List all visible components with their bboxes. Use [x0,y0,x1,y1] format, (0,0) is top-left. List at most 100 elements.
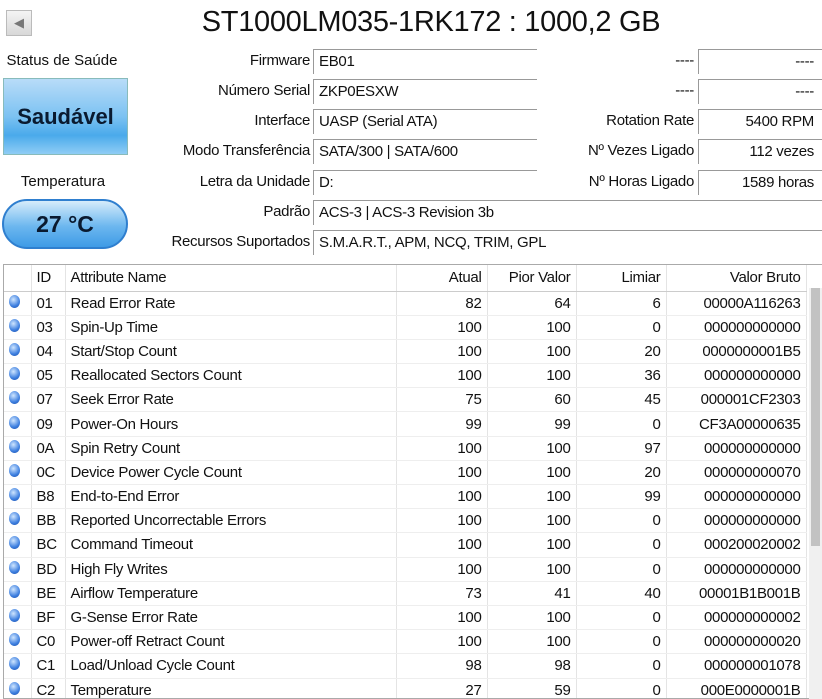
transfer-field: SATA/300 | SATA/600 [313,139,537,164]
attr-raw: 000200020002 [666,532,807,558]
attr-raw: 000000000000 [666,436,807,461]
attr-threshold: 40 [576,581,667,606]
attr-threshold: 99 [576,484,667,510]
attr-threshold: 0 [576,315,667,340]
interface-label: Interface [254,112,310,129]
attr-raw: 000E0000001B [666,678,807,698]
attr-raw: 000001CF2303 [666,387,807,413]
transfer-label: Modo Transferência [182,142,310,159]
table-row[interactable]: C1 Load/Unload Cycle Count 98 98 0 00000… [4,653,807,679]
attr-current: 100 [396,605,488,631]
attr-threshold: 20 [576,460,667,486]
attr-worst: 100 [487,363,577,389]
status-dot-icon [9,681,20,695]
attr-threshold: 45 [576,387,667,413]
attr-worst: 59 [487,678,577,698]
attr-threshold: 0 [576,653,667,679]
status-dot-icon [9,584,20,598]
powerhours-field: 1589 horas [698,170,822,195]
attr-current: 73 [396,581,488,606]
attr-worst: 100 [487,605,577,631]
table-row[interactable]: BB Reported Uncorrectable Errors 100 100… [4,508,807,534]
features-field: S.M.A.R.T., APM, NCQ, TRIM, GPL [313,230,822,255]
col-id[interactable]: ID [31,265,66,292]
attr-threshold: 97 [576,436,667,461]
powerhours-label: Nº Horas Ligado [588,173,695,190]
attr-id: B8 [31,484,66,510]
attr-worst: 100 [487,339,577,365]
attr-id: 05 [31,363,66,389]
attr-raw: 000000000070 [666,460,807,486]
attr-current: 100 [396,460,488,486]
attr-worst: 64 [487,291,577,316]
table-row[interactable]: 05 Reallocated Sectors Count 100 100 36 … [4,363,807,389]
attr-raw: 00000A116263 [666,291,807,316]
attr-id: 07 [31,387,66,413]
table-row[interactable]: 04 Start/Stop Count 100 100 20 000000000… [4,339,807,365]
table-row[interactable]: 01 Read Error Rate 82 64 6 00000A116263 [4,291,807,316]
attr-threshold: 6 [576,291,667,316]
table-row[interactable]: 0C Device Power Cycle Count 100 100 20 0… [4,460,807,486]
table-row[interactable]: BE Airflow Temperature 73 41 40 00001B1B… [4,581,807,606]
attr-worst: 100 [487,557,577,582]
attr-current: 100 [396,315,488,340]
attr-threshold: 20 [576,339,667,365]
attr-id: 03 [31,315,66,340]
attr-worst: 100 [487,436,577,461]
attr-current: 99 [396,411,488,437]
attr-name: Command Timeout [65,532,397,558]
attr-name: Seek Error Rate [65,387,397,413]
attr-name: Reported Uncorrectable Errors [65,508,397,534]
drive-label: Letra da Unidade [199,173,311,190]
table-row[interactable]: 07 Seek Error Rate 75 60 45 000001CF2303 [4,387,807,413]
powercount-label: Nº Vezes Ligado [587,142,694,159]
rotation-field: 5400 RPM [698,109,822,134]
col-threshold[interactable]: Limiar [576,265,667,292]
attr-worst: 100 [487,315,577,340]
attr-threshold: 0 [576,532,667,558]
attr-raw: 000000000020 [666,629,807,655]
table-row[interactable]: C2 Temperature 27 59 0 000E0000001B [4,678,807,698]
col-status[interactable] [4,265,32,292]
attr-raw: 000000000000 [666,315,807,340]
table-row[interactable]: 0A Spin Retry Count 100 100 97 000000000… [4,436,807,461]
col-worst[interactable]: Pior Valor [487,265,577,292]
table-row[interactable]: BF G-Sense Error Rate 100 100 0 00000000… [4,605,807,631]
attr-worst: 99 [487,411,577,437]
col-attribute-name[interactable]: Attribute Name [65,265,397,292]
attr-name: Power-off Retract Count [65,629,397,655]
table-row[interactable]: BD High Fly Writes 100 100 0 00000000000… [4,557,807,582]
status-dot-icon [9,318,20,332]
rotation-label: Rotation Rate [606,112,694,129]
attr-current: 98 [396,653,488,679]
table-header: ID Attribute Name Atual Pior Valor Limia… [4,265,807,292]
status-dot-icon [9,657,20,671]
table-row[interactable]: BC Command Timeout 100 100 0 00020002000… [4,532,807,558]
table-row[interactable]: 09 Power-On Hours 99 99 0 CF3A00000635 [4,411,807,437]
table-row[interactable]: 03 Spin-Up Time 100 100 0 000000000000 [4,315,807,340]
attr-current: 100 [396,339,488,365]
attr-raw: 00001B1B001B [666,581,807,606]
scrollbar-thumb[interactable] [811,288,820,546]
table-row[interactable]: C0 Power-off Retract Count 100 100 0 000… [4,629,807,655]
table-row[interactable]: B8 End-to-End Error 100 100 99 000000000… [4,484,807,510]
attr-id: BC [31,532,66,558]
col-current[interactable]: Atual [396,265,488,292]
status-dot-icon [9,342,20,356]
attr-raw: 000000000000 [666,557,807,582]
attr-current: 100 [396,508,488,534]
attr-threshold: 0 [576,557,667,582]
attr-current: 100 [396,484,488,510]
attr-id: C1 [31,653,66,679]
attr-name: Temperature [65,678,397,698]
col-raw-value[interactable]: Valor Bruto [666,265,807,292]
status-dot-icon [9,391,20,405]
temperature-badge: 27 °C [2,199,128,249]
attr-id: C0 [31,629,66,655]
attr-id: C2 [31,678,66,698]
attr-threshold: 0 [576,508,667,534]
attr-current: 100 [396,363,488,389]
attr-worst: 41 [487,581,577,606]
status-dot-icon [9,560,20,574]
health-status-button[interactable]: Saudável [3,78,128,155]
